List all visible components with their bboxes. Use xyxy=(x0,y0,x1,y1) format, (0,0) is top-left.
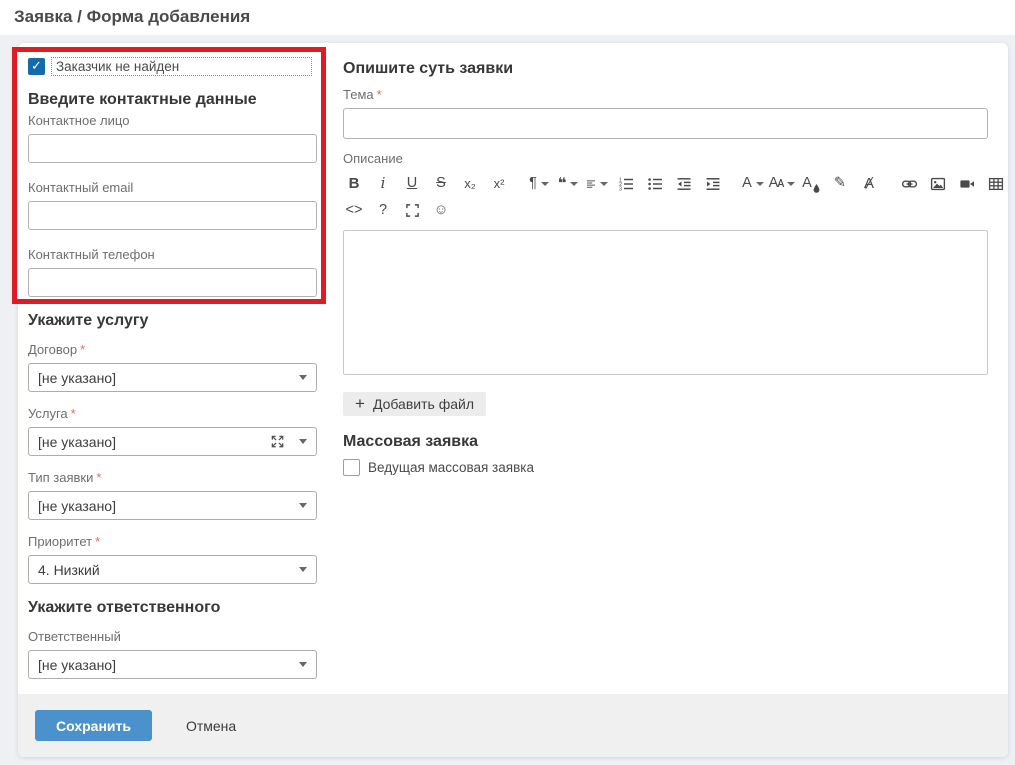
text-color-icon[interactable]: A xyxy=(800,172,822,196)
service-select[interactable]: [не указано] xyxy=(28,427,317,456)
bold-icon[interactable]: B xyxy=(343,172,365,196)
contract-label: Договор* xyxy=(28,342,335,357)
align-icon[interactable] xyxy=(586,172,608,196)
clear-formatting-icon[interactable]: Ⱥ xyxy=(858,172,880,196)
required-mark: * xyxy=(71,406,76,421)
responsible-label: Ответственный xyxy=(28,629,335,644)
chevron-down-icon xyxy=(299,567,307,572)
contact-email-input[interactable] xyxy=(28,201,317,230)
save-button[interactable]: Сохранить xyxy=(35,710,152,741)
required-mark: * xyxy=(95,534,100,549)
strikethrough-icon[interactable]: S xyxy=(430,172,452,196)
priority-select[interactable]: 4. Низкий xyxy=(28,555,317,584)
left-column: Заказчик не найден Введите контактные да… xyxy=(28,43,335,679)
ordered-list-icon[interactable]: 123 xyxy=(615,172,637,196)
request-type-select[interactable]: [не указано] xyxy=(28,491,317,520)
subscript-icon[interactable]: x₂ xyxy=(459,172,481,196)
contact-phone-input[interactable] xyxy=(28,268,317,297)
responsible-select[interactable]: [не указано] xyxy=(28,650,317,679)
subject-input[interactable] xyxy=(343,108,988,139)
service-label: Услуга* xyxy=(28,406,335,421)
editor-toolbar: B i U S x₂ x² ¶ ❝ 123 xyxy=(343,170,988,224)
description-label: Описание xyxy=(343,151,988,166)
underline-icon[interactable]: U xyxy=(401,172,423,196)
chevron-down-icon xyxy=(299,662,307,667)
link-icon[interactable] xyxy=(898,172,920,196)
help-icon[interactable]: ? xyxy=(372,199,394,223)
mass-request-row: Ведущая массовая заявка xyxy=(343,459,988,476)
plus-icon: + xyxy=(355,394,365,414)
toolbar-row-2: <> ? ☺ xyxy=(343,197,988,224)
contact-email-label: Контактный email xyxy=(28,180,335,195)
form-footer: Сохранить Отмена xyxy=(18,694,1008,757)
required-mark: * xyxy=(96,470,101,485)
customer-not-found-label[interactable]: Заказчик не найден xyxy=(51,57,312,76)
responsible-select-value: [не указано] xyxy=(38,657,293,673)
expand-icon[interactable] xyxy=(270,434,285,449)
chevron-down-icon xyxy=(299,503,307,508)
font-size-icon[interactable]: Aᴀ xyxy=(771,172,793,196)
request-type-label: Тип заявки* xyxy=(28,470,335,485)
mass-request-label[interactable]: Ведущая массовая заявка xyxy=(368,460,534,475)
responsible-section-heading: Укажите ответственного xyxy=(28,599,335,617)
mass-request-heading: Массовая заявка xyxy=(343,433,988,451)
code-view-icon[interactable]: <> xyxy=(343,199,365,223)
customer-not-found-row: Заказчик не найден xyxy=(28,57,312,76)
subject-label: Тема* xyxy=(343,87,988,102)
service-section-heading: Укажите услугу xyxy=(28,312,335,330)
highlight-icon[interactable]: ✎ xyxy=(829,172,851,196)
customer-not-found-checkbox[interactable] xyxy=(28,58,45,75)
contract-select[interactable]: [не указано] xyxy=(28,363,317,392)
video-icon[interactable] xyxy=(956,172,978,196)
request-type-select-value: [не указано] xyxy=(38,498,293,514)
unordered-list-icon[interactable] xyxy=(644,172,666,196)
add-file-button[interactable]: + Добавить файл xyxy=(343,392,486,416)
service-select-value: [не указано] xyxy=(38,434,270,450)
contact-phone-label: Контактный телефон xyxy=(28,247,335,262)
toolbar-row-1: B i U S x₂ x² ¶ ❝ 123 xyxy=(343,170,988,197)
priority-select-value: 4. Низкий xyxy=(38,562,293,578)
contact-person-label: Контактное лицо xyxy=(28,113,335,128)
cancel-button[interactable]: Отмена xyxy=(186,718,236,734)
svg-text:3: 3 xyxy=(619,186,622,192)
page-title: Заявка / Форма добавления xyxy=(14,7,250,27)
emoji-icon[interactable]: ☺ xyxy=(430,199,452,223)
superscript-icon[interactable]: x² xyxy=(488,172,510,196)
contract-select-value: [не указано] xyxy=(38,370,293,386)
right-column: Опишите суть заявки Тема* Описание B i U… xyxy=(343,43,988,476)
form-panel: Заказчик не найден Введите контактные да… xyxy=(18,43,1008,757)
chevron-down-icon xyxy=(299,375,307,380)
contact-section-heading: Введите контактные данные xyxy=(28,91,335,109)
contact-person-input[interactable] xyxy=(28,134,317,163)
required-mark: * xyxy=(377,87,382,102)
chevron-down-icon xyxy=(299,439,307,444)
request-section-heading: Опишите суть заявки xyxy=(343,60,988,78)
fullscreen-icon[interactable] xyxy=(401,199,423,223)
indent-icon[interactable] xyxy=(702,172,724,196)
blockquote-icon[interactable]: ❝ xyxy=(557,172,579,196)
paragraph-format-icon[interactable]: ¶ xyxy=(528,172,550,196)
table-icon[interactable] xyxy=(985,172,1007,196)
font-family-icon[interactable]: A xyxy=(742,172,764,196)
italic-icon[interactable]: i xyxy=(372,172,394,196)
description-editor[interactable] xyxy=(343,230,988,375)
priority-label: Приоритет* xyxy=(28,534,335,549)
image-icon[interactable] xyxy=(927,172,949,196)
mass-request-checkbox[interactable] xyxy=(343,459,360,476)
outdent-icon[interactable] xyxy=(673,172,695,196)
required-mark: * xyxy=(80,342,85,357)
